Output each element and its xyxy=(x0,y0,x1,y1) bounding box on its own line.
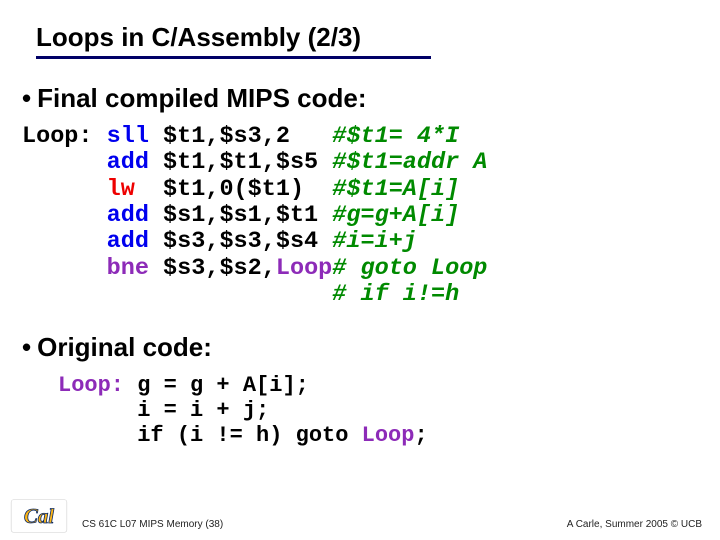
bullet-2-text: Original code: xyxy=(37,332,212,363)
footer-right: A Carle, Summer 2005 © UCB xyxy=(567,519,702,530)
bullet-1: • Final compiled MIPS code: xyxy=(0,83,720,114)
svg-text:Cal: Cal xyxy=(24,504,54,528)
footer-left: CS 61C L07 MIPS Memory (38) xyxy=(82,519,223,530)
code1-operand-column: $t1,$s3,2 $t1,$t1,$s5 $t1,0($t1) $s1,$s1… xyxy=(163,124,332,308)
bullet-dot-icon: • xyxy=(22,83,31,114)
code1-label-column: Loop: xyxy=(22,124,93,308)
bullet-2: • Original code: xyxy=(0,332,720,363)
c-code-block: Loop: g = g + A[i]; i = i + j; if (i != … xyxy=(58,373,720,448)
code1-comment-column: #$t1= 4*I #$t1=addr A #$t1=A[i] #g=g+A[i… xyxy=(332,124,487,308)
code1-opcode-column: sll add lw add add bne xyxy=(93,124,164,308)
slide-title: Loops in C/Assembly (2/3) xyxy=(36,22,431,59)
mips-code-block: Loop: sll add lw add add bne $t1,$s3,2 $… xyxy=(22,124,720,308)
bullet-1-text: Final compiled MIPS code: xyxy=(37,83,366,114)
bullet-dot-icon: • xyxy=(22,332,31,363)
cal-logo-icon: Cal xyxy=(10,498,68,534)
